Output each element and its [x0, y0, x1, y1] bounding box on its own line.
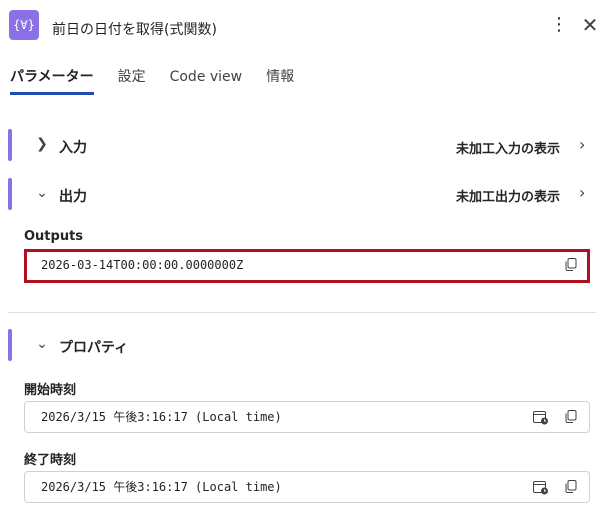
start-time-value: 2026/3/15 午後3:16:17 (Local time) — [41, 410, 282, 424]
tab-about[interactable]: 情報 — [266, 68, 294, 94]
end-time-value: 2026/3/15 午後3:16:17 (Local time) — [41, 480, 282, 494]
outputs-field[interactable]: 2026-03-14T00:00:00.0000000Z — [24, 249, 590, 283]
chevron-down-icon[interactable]: ⌄ — [34, 336, 50, 352]
action-icon: {∀} — [9, 10, 39, 40]
properties-section-label[interactable]: プロパティ — [59, 337, 128, 357]
chevron-down-icon[interactable]: ⌄ — [34, 185, 50, 201]
copy-icon[interactable] — [565, 258, 577, 271]
close-icon[interactable]: ✕ — [580, 12, 596, 38]
end-time-field[interactable]: 2026/3/15 午後3:16:17 (Local time) — [24, 471, 590, 503]
tab-bar: パラメーター 設定 Code view 情報 — [10, 68, 318, 95]
calendar-clock-icon[interactable] — [533, 410, 549, 425]
chevron-right-icon[interactable]: › — [579, 183, 585, 202]
copy-icon[interactable] — [565, 480, 577, 493]
outputs-value: 2026-03-14T00:00:00.0000000Z — [41, 258, 244, 272]
section-divider — [8, 312, 596, 313]
chevron-right-icon[interactable]: ❯ — [34, 136, 50, 152]
input-section-accent — [8, 129, 12, 161]
input-section-label[interactable]: 入力 — [59, 137, 87, 157]
action-title: 前日の日付を取得(式関数) — [52, 22, 217, 38]
output-section-accent — [8, 178, 12, 210]
chevron-right-icon[interactable]: › — [579, 135, 585, 154]
more-vertical-icon[interactable]: ⋮ — [549, 12, 569, 38]
output-section-label[interactable]: 出力 — [59, 186, 87, 206]
end-time-label: 終了時刻 — [24, 453, 77, 468]
start-time-field[interactable]: 2026/3/15 午後3:16:17 (Local time) — [24, 401, 590, 433]
calendar-clock-icon[interactable] — [533, 480, 549, 495]
copy-icon[interactable] — [565, 410, 577, 423]
tab-parameters[interactable]: パラメーター — [10, 68, 94, 95]
tab-code-view[interactable]: Code view — [170, 68, 243, 94]
show-raw-outputs-link[interactable]: 未加工出力の表示 — [456, 186, 560, 205]
tab-settings[interactable]: 設定 — [118, 68, 146, 94]
start-time-label: 開始時刻 — [24, 383, 77, 398]
show-raw-inputs-link[interactable]: 未加工入力の表示 — [456, 138, 560, 157]
outputs-label: Outputs — [24, 229, 84, 244]
properties-section-accent — [8, 329, 12, 361]
